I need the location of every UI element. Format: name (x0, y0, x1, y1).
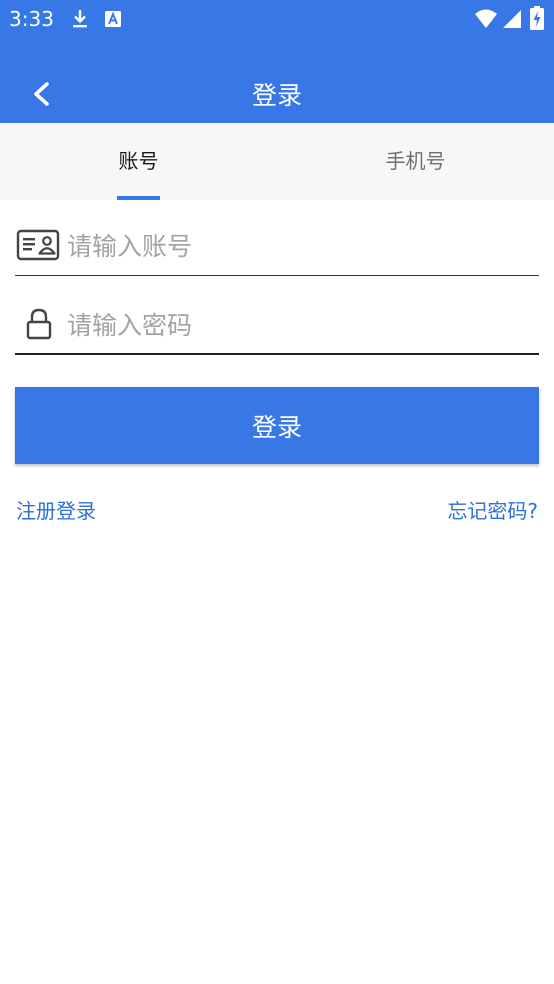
id-card-icon (16, 229, 60, 261)
download-icon (73, 10, 87, 28)
signal-icon (503, 10, 521, 28)
account-field (15, 220, 539, 276)
toolbar: 登录 (0, 63, 554, 123)
login-button[interactable]: 登录 (15, 387, 539, 464)
status-time: 3:33 (9, 7, 54, 31)
page-title: 登录 (251, 81, 302, 110)
tab-indicator (117, 196, 160, 200)
tab-account-label: 账号 (118, 149, 159, 173)
login-type-tabs: 账号 手机号 (0, 123, 554, 200)
register-link[interactable]: 注册登录 (16, 497, 96, 525)
tab-account[interactable]: 账号 (0, 123, 277, 200)
forgot-password-link[interactable]: 忘记密码? (447, 497, 538, 525)
status-bar: 3:33 (0, 0, 554, 40)
wifi-icon (475, 9, 497, 28)
lock-icon (26, 308, 52, 340)
password-input[interactable] (67, 303, 527, 347)
app-header: 3:33 登录 (0, 0, 554, 123)
tab-phone-label: 手机号 (385, 149, 446, 173)
account-input[interactable] (67, 224, 527, 268)
tab-phone[interactable]: 手机号 (277, 123, 554, 200)
login-screen: 3:33 登录 账号 手机号 请输入账号 登录 注册登录 忘记密码? (0, 0, 554, 984)
a-notification-icon (105, 11, 121, 27)
battery-charging-icon (530, 6, 544, 30)
password-field (15, 299, 539, 355)
